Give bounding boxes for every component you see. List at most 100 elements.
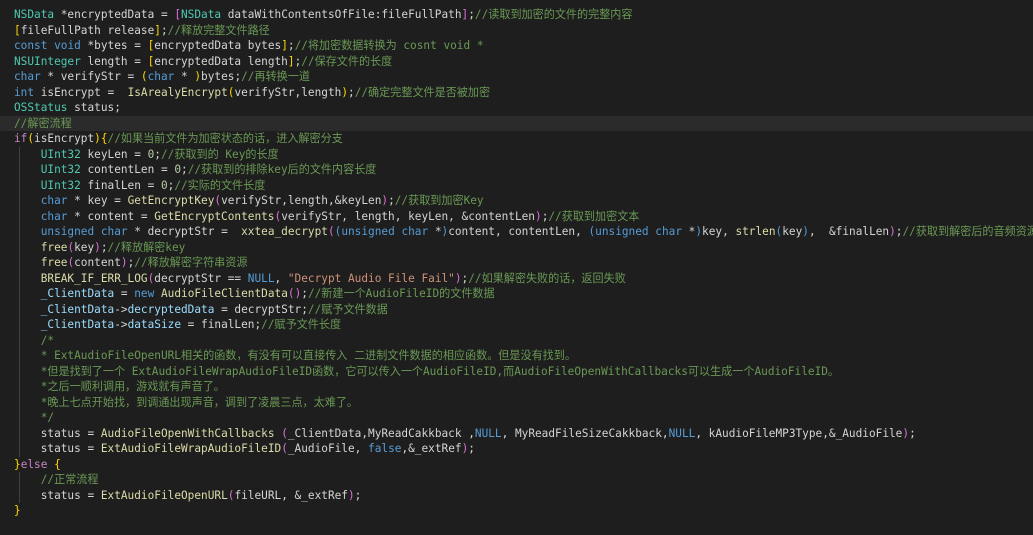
- code-line[interactable]: */: [0, 410, 1033, 426]
- code-line[interactable]: unsigned char * decryptStr = xxtea_decry…: [0, 224, 1033, 240]
- code-editor[interactable]: NSData *encryptedData = [NSData dataWith…: [0, 0, 1033, 519]
- code-token-default: status;: [67, 101, 121, 114]
- code-token-default: *: [428, 225, 442, 238]
- code-token-comment: * ExtAudioFileOpenURL相关的函数，有没有可以直接传入 二进制…: [40, 349, 576, 362]
- code-token-paren: (: [281, 442, 288, 455]
- code-token-default: * content =: [67, 209, 155, 223]
- code-line[interactable]: const void *bytes = [encryptedData bytes…: [0, 38, 1033, 54]
- code-token-keyword: char: [40, 209, 68, 223]
- code-line[interactable]: status = AudioFileOpenWithCallbacks (_Cl…: [0, 425, 1033, 441]
- code-token-function: AudioFileOpenWithCallbacks: [100, 426, 275, 440]
- code-line[interactable]: UInt32 finalLen = 0;//实际的文件长度: [0, 177, 1033, 193]
- code-line[interactable]: free(content);//释放解密字符串资源: [0, 255, 1033, 271]
- code-token-default: verifyStr,length: [234, 85, 342, 99]
- code-line[interactable]: _ClientData = new AudioFileClientData();…: [0, 286, 1033, 302]
- code-line[interactable]: char * key = GetEncryptKey(verifyStr,len…: [0, 193, 1033, 209]
- code-token-default: status =: [40, 442, 101, 455]
- code-token-keyword: NULL: [247, 271, 275, 285]
- code-line[interactable]: /*: [0, 332, 1033, 348]
- code-line[interactable]: NSData *encryptedData = [NSData dataWith…: [0, 7, 1033, 23]
- code-line[interactable]: _ClientData->dataSize = finalLen;//赋予文件长…: [0, 317, 1033, 333]
- code-line[interactable]: OSStatus status;: [0, 100, 1033, 116]
- code-line[interactable]: char * verifyStr = (char * )bytes;//再转换一…: [0, 69, 1033, 85]
- code-token-default: encryptedData bytes: [154, 39, 282, 52]
- code-line[interactable]: status = ExtAudioFileOpenURL(fileURL, &_…: [0, 487, 1033, 503]
- code-line[interactable]: BREAK_IF_ERR_LOG(decryptStr == NULL, "De…: [0, 270, 1033, 286]
- code-token-default: key,: [702, 225, 736, 238]
- code-token-default: , MyReadFileSizeCakkback,: [501, 426, 669, 440]
- code-token-default: ;: [301, 287, 308, 300]
- code-token-default: verifyStr, length, keyLen, &contentLen: [281, 209, 535, 223]
- code-token-control: if: [14, 132, 28, 145]
- code-line[interactable]: //正常流程: [0, 472, 1033, 488]
- code-line[interactable]: *但是找到了一个 ExtAudioFileWrapAudioFileID函数，它…: [0, 363, 1033, 379]
- code-token-paren: ): [889, 225, 896, 238]
- code-token-function: AudioFileClientData: [160, 287, 288, 300]
- code-token-variable: _ClientData: [40, 287, 115, 300]
- code-token-default: * key =: [67, 194, 128, 207]
- code-token-keyword: char: [655, 225, 682, 238]
- code-token-default: [154, 287, 161, 300]
- code-line[interactable]: free(key);//释放解密key: [0, 239, 1033, 255]
- code-token-comment: //释放解密key: [107, 240, 186, 254]
- code-token-function: ExtAudioFileWrapAudioFileID: [100, 442, 282, 455]
- code-token-default: ,: [274, 271, 288, 285]
- code-token-control: else: [20, 457, 48, 471]
- code-token-comment: *但是找到了一个 ExtAudioFileWrapAudioFileID函数，它…: [40, 364, 840, 378]
- code-token-default: ;: [468, 442, 475, 455]
- code-line[interactable]: status = ExtAudioFileWrapAudioFileID(_Au…: [0, 441, 1033, 457]
- code-token-brace: {: [100, 132, 108, 145]
- code-token-keyword: new: [134, 287, 155, 300]
- code-token-keyword: unsigned: [40, 225, 95, 238]
- code-token-default: ;: [100, 240, 108, 254]
- code-line[interactable]: if(isEncrypt){//如果当前文件为加密状态的话，进入解密分支: [0, 131, 1033, 147]
- code-line[interactable]: [fileFullPath release];//释放完整文件路径: [0, 23, 1033, 39]
- code-token-default: keyLen =: [80, 147, 148, 161]
- code-token-paren: ): [120, 256, 128, 269]
- code-token-comment: //如果解密失败的话，返回失败: [468, 271, 626, 285]
- code-line[interactable]: //解密流程: [0, 115, 1033, 131]
- code-token-keyword: ): [802, 225, 809, 238]
- code-token-number: 0: [160, 178, 168, 192]
- code-line[interactable]: }: [0, 503, 1033, 519]
- code-line[interactable]: _ClientData->decryptedData = decryptStr;…: [0, 301, 1033, 317]
- code-token-keyword: unsigned: [595, 225, 649, 238]
- code-line[interactable]: int isEncrypt = IsArealyEncrypt(verifySt…: [0, 85, 1033, 101]
- code-token-brace: }: [14, 504, 21, 517]
- code-line[interactable]: * ExtAudioFileOpenURL相关的函数，有没有可以直接传入 二进制…: [0, 348, 1033, 364]
- code-token-default: fileFullPath release: [20, 23, 155, 37]
- code-token-function: free: [40, 256, 68, 269]
- code-token-comment: //如果当前文件为加密状态的话，进入解密分支: [107, 132, 343, 145]
- code-token-variable: dataSize: [127, 318, 181, 331]
- code-token-function: ExtAudioFileOpenURL: [100, 488, 228, 502]
- code-token-default: _AudioFile,: [287, 442, 369, 455]
- code-line[interactable]: NSUInteger length = [encryptedData lengt…: [0, 54, 1033, 70]
- code-token-variable: _ClientData: [40, 318, 115, 331]
- code-line[interactable]: }else {: [0, 457, 1033, 473]
- code-token-comment: /*: [40, 333, 55, 347]
- code-line[interactable]: char * content = GetEncryptContents(veri…: [0, 208, 1033, 224]
- code-token-paren: ): [535, 209, 542, 223]
- code-token-default: *: [682, 225, 696, 238]
- code-line[interactable]: UInt32 keyLen = 0;//获取到的 Key的长度: [0, 146, 1033, 162]
- code-token-default: isEncrypt: [34, 132, 95, 145]
- code-line[interactable]: UInt32 contentLen = 0;//获取到的排除key后的文件内容长…: [0, 162, 1033, 178]
- code-token-function: xxtea_decrypt: [241, 225, 328, 238]
- code-token-default: decryptStr ==: [154, 271, 248, 285]
- code-line[interactable]: *之后一顺利调用，游戏就有声音了。: [0, 379, 1033, 395]
- code-token-function: free: [40, 240, 68, 254]
- code-line[interactable]: *晚上七点开始找，到调通出现声音，调到了凌晨三点，太难了。: [0, 394, 1033, 410]
- code-token-keyword: char: [14, 70, 41, 83]
- code-token-comment: //保存文件的长度: [301, 54, 393, 68]
- code-token-comment: //获取到加密Key: [394, 194, 484, 207]
